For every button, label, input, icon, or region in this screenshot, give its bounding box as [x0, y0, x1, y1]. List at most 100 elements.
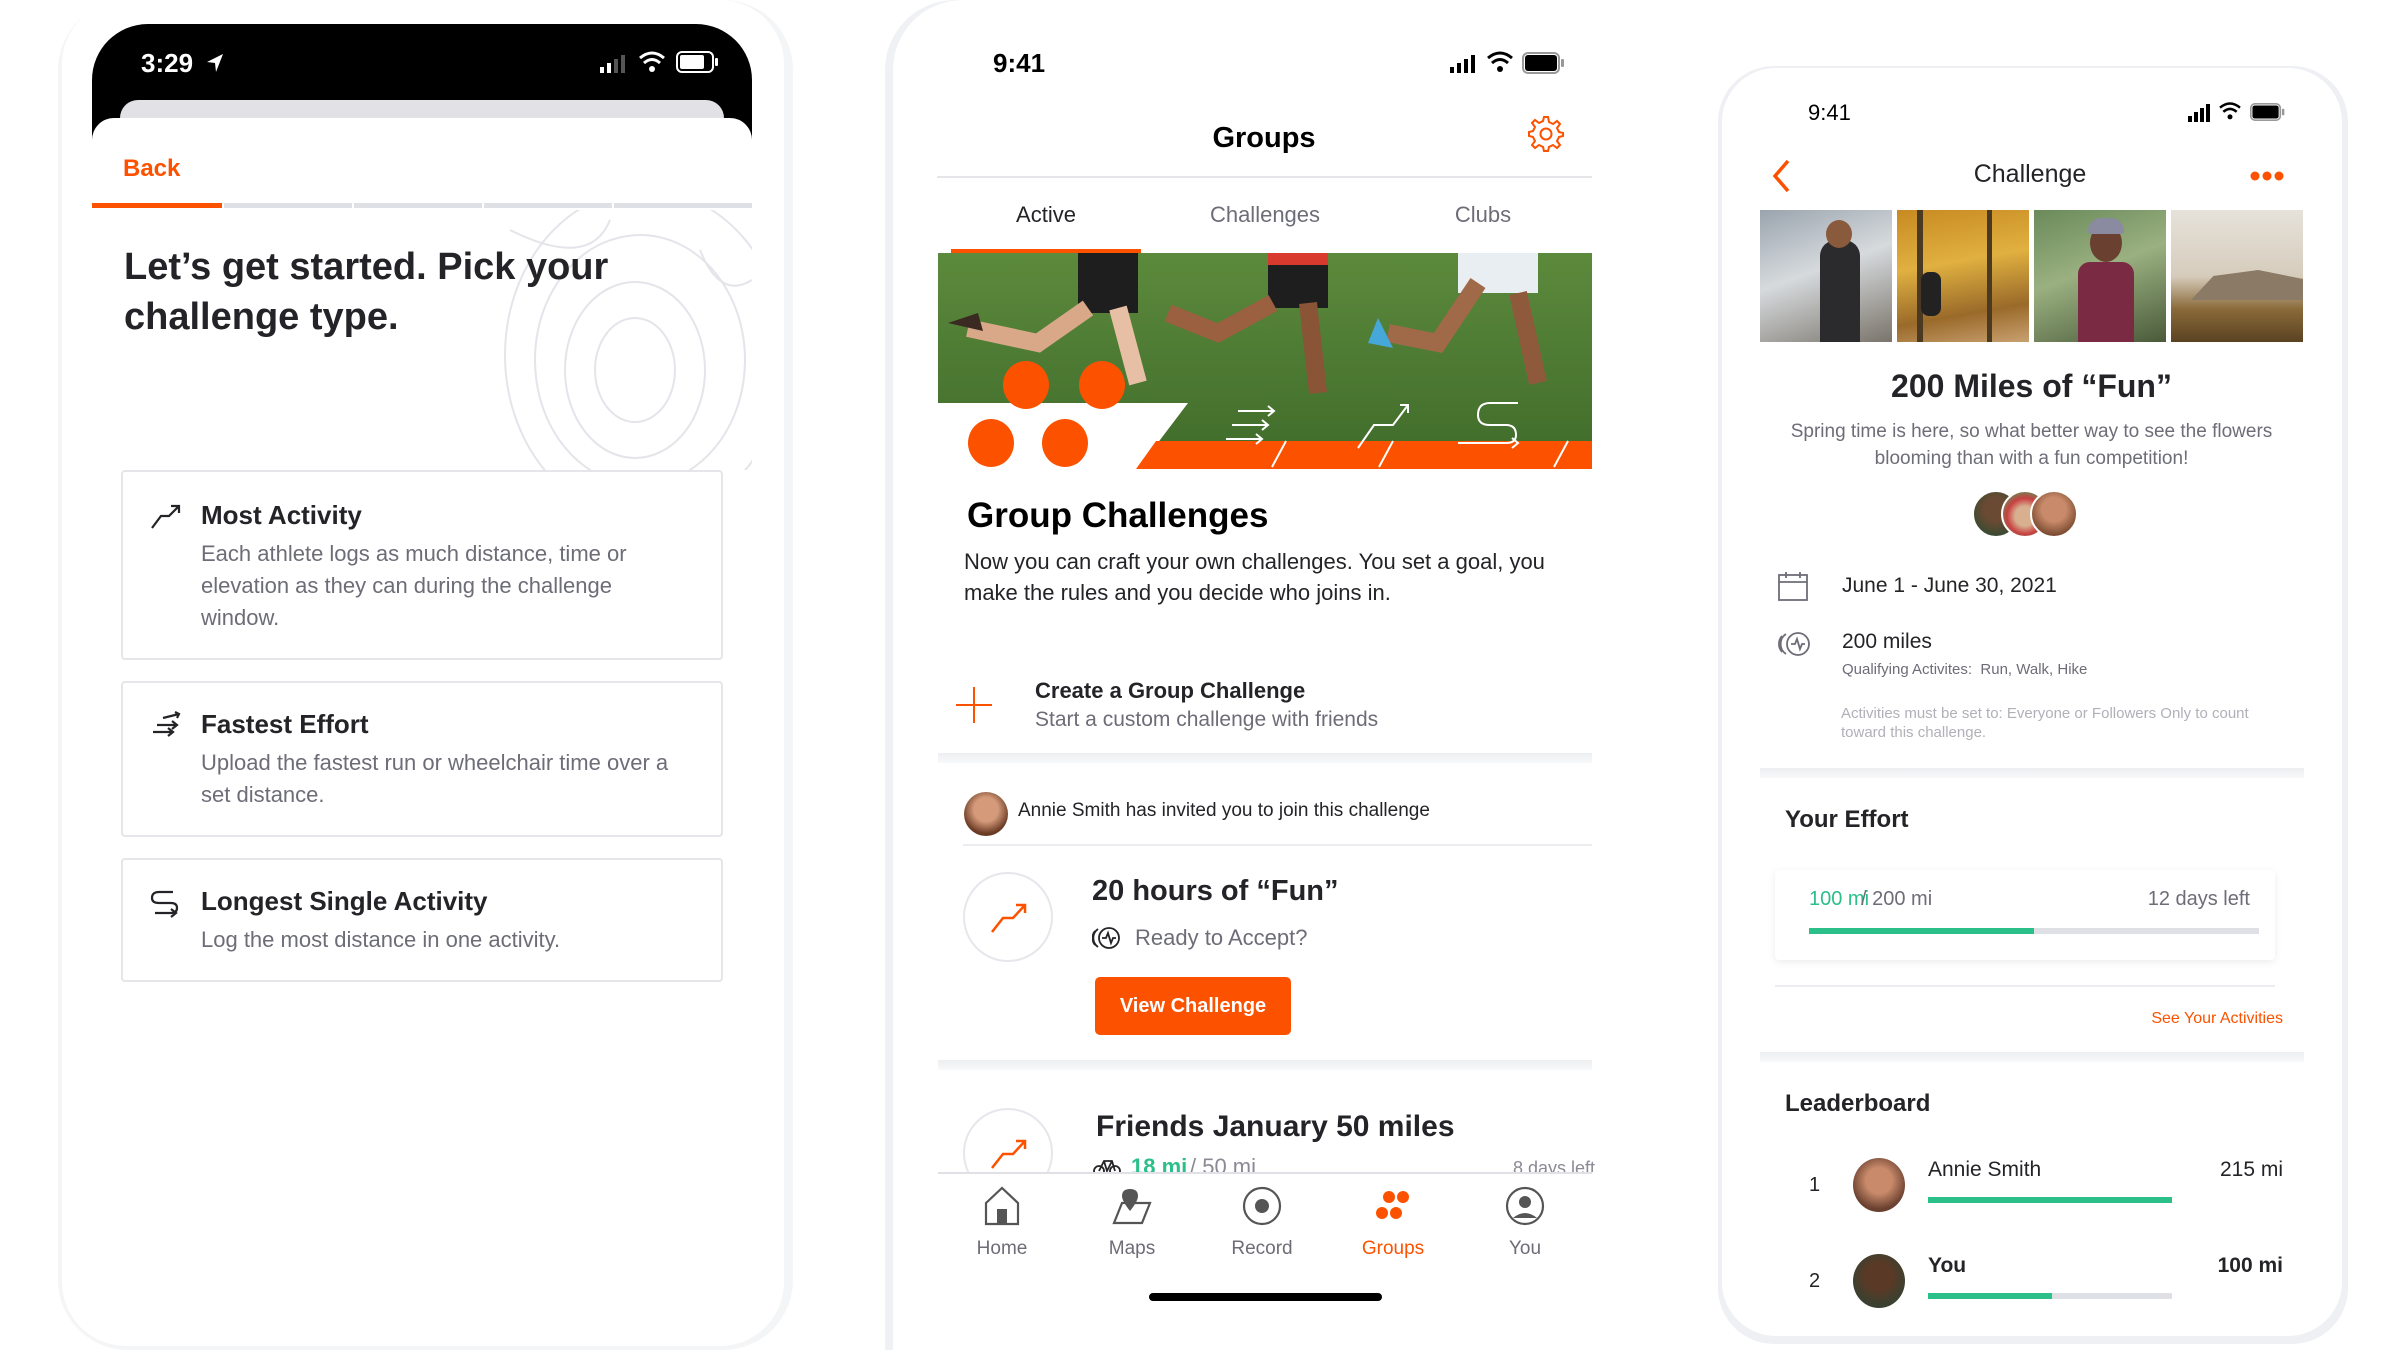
option-description: Upload the fastest run or wheelchair tim… [201, 750, 669, 807]
leader-value: 215 mi [2219, 1158, 2283, 1181]
nav-record[interactable]: Record [1212, 1185, 1312, 1260]
header-title: Challenge [1973, 160, 2087, 188]
leader-name: Annie Smith [1928, 1158, 2042, 1181]
wifi-icon [2219, 102, 2241, 120]
photo-runner[interactable] [1760, 210, 1892, 342]
battery-icon [2250, 103, 2285, 121]
nav-home[interactable]: Home [952, 1185, 1052, 1260]
leaderboard-heading: Leaderboard [1785, 1090, 1931, 1117]
page-title: Let’s get started. Pick your challenge t… [124, 242, 684, 342]
map-icon [1112, 1189, 1152, 1225]
back-button[interactable]: Back [123, 155, 180, 183]
leaderboard-row[interactable]: 2 You 100 mi [1785, 1246, 2285, 1316]
trend-up-icon [991, 1139, 1027, 1169]
challenge-type-longest-single[interactable]: Longest Single Activity Log the most dis… [121, 858, 723, 982]
activity-rings-icon [1092, 927, 1120, 949]
challenge-title[interactable]: Friends January 50 miles [1096, 1110, 1455, 1144]
more-dots-icon[interactable] [2250, 170, 2284, 182]
option-title: Longest Single Activity [201, 886, 488, 916]
banner-orange-strip [1136, 441, 1592, 469]
trend-up-icon [151, 504, 181, 529]
avatar [1853, 1254, 1905, 1308]
challenge-goal: 200 miles [1842, 630, 1932, 653]
leader-value: 100 mi [2217, 1254, 2283, 1277]
step-progress-segment [614, 203, 752, 208]
effort-total: / 200 mi [1861, 888, 1933, 910]
challenge-status: Ready to Accept? [1135, 925, 1308, 950]
gear-icon[interactable] [1526, 114, 1564, 152]
leader-progress-fill [1928, 1293, 2053, 1299]
avatar [1853, 1158, 1905, 1212]
leaderboard-row[interactable]: 1 Annie Smith 215 mi [1785, 1150, 2285, 1220]
photo-mountain-biker[interactable] [2034, 210, 2166, 342]
create-title: Create a Group Challenge [1035, 678, 1306, 703]
header-divider [937, 176, 1592, 178]
rank: 1 [1809, 1174, 1821, 1196]
nav-maps[interactable]: Maps [1082, 1185, 1182, 1260]
leader-progress-fill [1928, 1197, 2172, 1203]
leader-progress-bar [1928, 1197, 2172, 1203]
view-challenge-button[interactable]: View Challenge [1095, 977, 1291, 1035]
plus-icon [956, 687, 992, 723]
create-subtitle: Start a custom challenge with friends [1035, 708, 1379, 731]
avatar [2030, 490, 2078, 538]
qualifying-activities: Qualifying Activites: Run, Walk, Hike [1842, 661, 2087, 678]
cellular-signal-icon [2188, 104, 2210, 122]
option-description: Log the most distance in one activity. [201, 927, 561, 952]
tab-clubs[interactable]: Clubs [1378, 202, 1588, 228]
wifi-icon [639, 51, 665, 72]
trend-up-icon [991, 903, 1027, 933]
profile-icon [1505, 1186, 1545, 1226]
avatar-annie-smith[interactable] [964, 792, 1008, 836]
your-effort-heading: Your Effort [1785, 806, 1909, 833]
section-title: Group Challenges [967, 496, 1269, 535]
section-separator [1760, 768, 2304, 778]
bottom-nav-divider [938, 1172, 1592, 1174]
effort-days-left: 12 days left [2147, 888, 2250, 910]
leader-name: You [1928, 1254, 1967, 1277]
rank: 2 [1809, 1270, 1821, 1292]
route-icon [150, 890, 179, 918]
page-title-line-2: challenge type. [124, 296, 399, 338]
activity-rings-icon [1778, 632, 1810, 656]
step-progress-segment [354, 203, 482, 208]
group-challenges-banner-image [938, 253, 1592, 469]
section-separator [1760, 1052, 2304, 1062]
home-indicator [1149, 1293, 1382, 1301]
calendar-icon [1778, 572, 1808, 601]
divider [1775, 985, 2275, 987]
challenge-title[interactable]: 20 hours of “Fun” [1092, 875, 1339, 908]
nav-label: Home [976, 1238, 1028, 1259]
photo-cyclist-forest[interactable] [1897, 210, 2029, 342]
nav-groups[interactable]: Groups [1343, 1185, 1443, 1260]
challenge-type-most-activity[interactable]: Most Activity Each athlete logs as much … [121, 470, 723, 660]
option-description: Each athlete logs as much distance, time… [201, 541, 627, 630]
photo-landscape[interactable] [2171, 210, 2303, 342]
create-group-challenge-button[interactable]: Create a Group Challenge Start a custom … [952, 670, 1592, 750]
fast-arrows-icon [153, 711, 181, 737]
effort-progress-fill [1809, 928, 2034, 934]
see-your-activities-link[interactable]: See Your Activities [2151, 1010, 2283, 1028]
status-time: 3:29 [141, 48, 194, 78]
bike-icon [1093, 1160, 1121, 1172]
wifi-icon [1487, 51, 1513, 72]
qualifying-values: Run, Walk, Hike [1980, 661, 2088, 678]
challenge-type-fastest-effort[interactable]: Fastest Effort Upload the fastest run or… [121, 681, 723, 837]
nav-label: You [1508, 1238, 1542, 1259]
option-title: Most Activity [201, 500, 362, 530]
challenge-dates: June 1 - June 30, 2021 [1842, 574, 2057, 597]
tab-challenges[interactable]: Challenges [1160, 202, 1370, 228]
battery-icon [676, 51, 718, 73]
divider [963, 844, 1592, 846]
status-time: 9:41 [993, 48, 1046, 78]
nav-you[interactable]: You [1475, 1185, 1575, 1260]
page-title-line-1: Let’s get started. Pick your [124, 246, 609, 288]
header-title: Groups [1212, 122, 1316, 154]
option-title: Fastest Effort [201, 709, 369, 739]
tab-active[interactable]: Active [941, 202, 1151, 228]
cellular-signal-icon [600, 55, 625, 73]
chevron-left-icon[interactable] [1770, 158, 1792, 194]
step-progress-segment-active [92, 203, 222, 208]
days-left: 8 days left [1513, 1158, 1596, 1172]
progress-current: 18 mi [1131, 1154, 1188, 1172]
